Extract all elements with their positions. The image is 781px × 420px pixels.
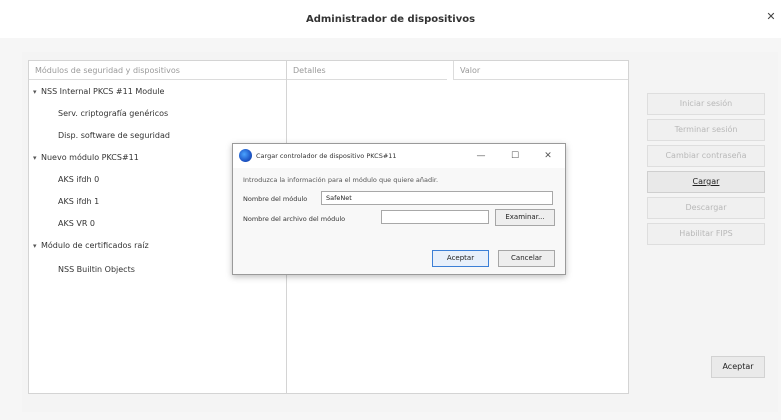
- tree-item-aks-ifdh-1[interactable]: AKS ifdh 1: [58, 197, 99, 206]
- unload-button[interactable]: Descargar: [647, 197, 765, 219]
- tree-item-label: Nuevo módulo PKCS#11: [41, 153, 139, 162]
- collapse-icon[interactable]: ▾: [33, 88, 41, 96]
- tree-item-label: Disp. software de seguridad: [58, 131, 170, 140]
- minimize-icon[interactable]: —: [475, 150, 487, 162]
- enable-fips-button[interactable]: Habilitar FIPS: [647, 223, 765, 245]
- change-password-button[interactable]: Cambiar contraseña: [647, 145, 765, 167]
- dialog-title: Cargar controlador de dispositivo PKCS#1…: [256, 152, 397, 160]
- dialog-intro-text: Introduzca la información para el módulo…: [243, 176, 439, 184]
- tree-item-label: NSS Builtin Objects: [58, 265, 135, 274]
- browse-button[interactable]: Examinar...: [495, 209, 555, 226]
- tree-item-software-security[interactable]: Disp. software de seguridad: [58, 131, 170, 140]
- tree-item-new-pkcs11[interactable]: ▾ Nuevo módulo PKCS#11: [33, 153, 139, 162]
- collapse-icon[interactable]: ▾: [33, 154, 41, 162]
- module-file-label: Nombre del archivo del módulo: [243, 215, 346, 223]
- tree-column-header[interactable]: Módulos de seguridad y dispositivos: [29, 61, 286, 80]
- collapse-icon[interactable]: ▾: [33, 242, 41, 250]
- tree-item-label: Serv. criptografía genéricos: [58, 109, 169, 118]
- tree-item-nss-internal[interactable]: ▾ NSS Internal PKCS #11 Module: [33, 87, 164, 96]
- maximize-icon[interactable]: ☐: [509, 150, 521, 162]
- firefox-icon: [239, 149, 252, 162]
- module-name-label: Nombre del módulo: [243, 195, 308, 203]
- tree-item-label: NSS Internal PKCS #11 Module: [41, 87, 165, 96]
- module-name-input[interactable]: [321, 191, 553, 205]
- tree-item-builtin-objects[interactable]: NSS Builtin Objects: [58, 265, 135, 274]
- load-button[interactable]: Cargar: [647, 171, 765, 193]
- close-icon[interactable]: ✕: [542, 150, 554, 162]
- tree-item-root-certs[interactable]: ▾ Módulo de certificados raíz: [33, 241, 149, 250]
- window-title: Administrador de dispositivos: [305, 14, 476, 25]
- details-column-header[interactable]: Detalles: [287, 61, 447, 80]
- accept-button[interactable]: Aceptar: [711, 356, 765, 378]
- dialog-cancel-button[interactable]: Cancelar: [498, 250, 555, 267]
- tree-item-aks-ifdh-0[interactable]: AKS ifdh 0: [58, 175, 99, 184]
- tree-item-label: AKS ifdh 1: [58, 197, 100, 206]
- load-pkcs11-dialog: Cargar controlador de dispositivo PKCS#1…: [232, 143, 566, 275]
- tree-item-label: AKS VR 0: [58, 219, 96, 228]
- module-file-input[interactable]: [381, 210, 489, 224]
- dialog-accept-button[interactable]: Aceptar: [432, 250, 489, 267]
- login-button[interactable]: Iniciar sesión: [647, 93, 765, 115]
- close-icon[interactable]: ✕: [764, 10, 778, 24]
- value-column-header[interactable]: Valor: [454, 61, 628, 80]
- tree-item-aks-vr-0[interactable]: AKS VR 0: [58, 219, 95, 228]
- device-manager-window: Administrador de dispositivos ✕ Módulos …: [0, 0, 781, 420]
- logout-button[interactable]: Terminar sesión: [647, 119, 765, 141]
- tree-item-label: Módulo de certificados raíz: [41, 241, 149, 250]
- load-button-label: Cargar: [692, 177, 720, 186]
- dialog-title-bar: Cargar controlador de dispositivo PKCS#1…: [233, 144, 565, 168]
- tree-item-crypto-services[interactable]: Serv. criptografía genéricos: [58, 109, 168, 118]
- title-bar: Administrador de dispositivos ✕: [0, 0, 781, 38]
- tree-item-label: AKS ifdh 0: [58, 175, 100, 184]
